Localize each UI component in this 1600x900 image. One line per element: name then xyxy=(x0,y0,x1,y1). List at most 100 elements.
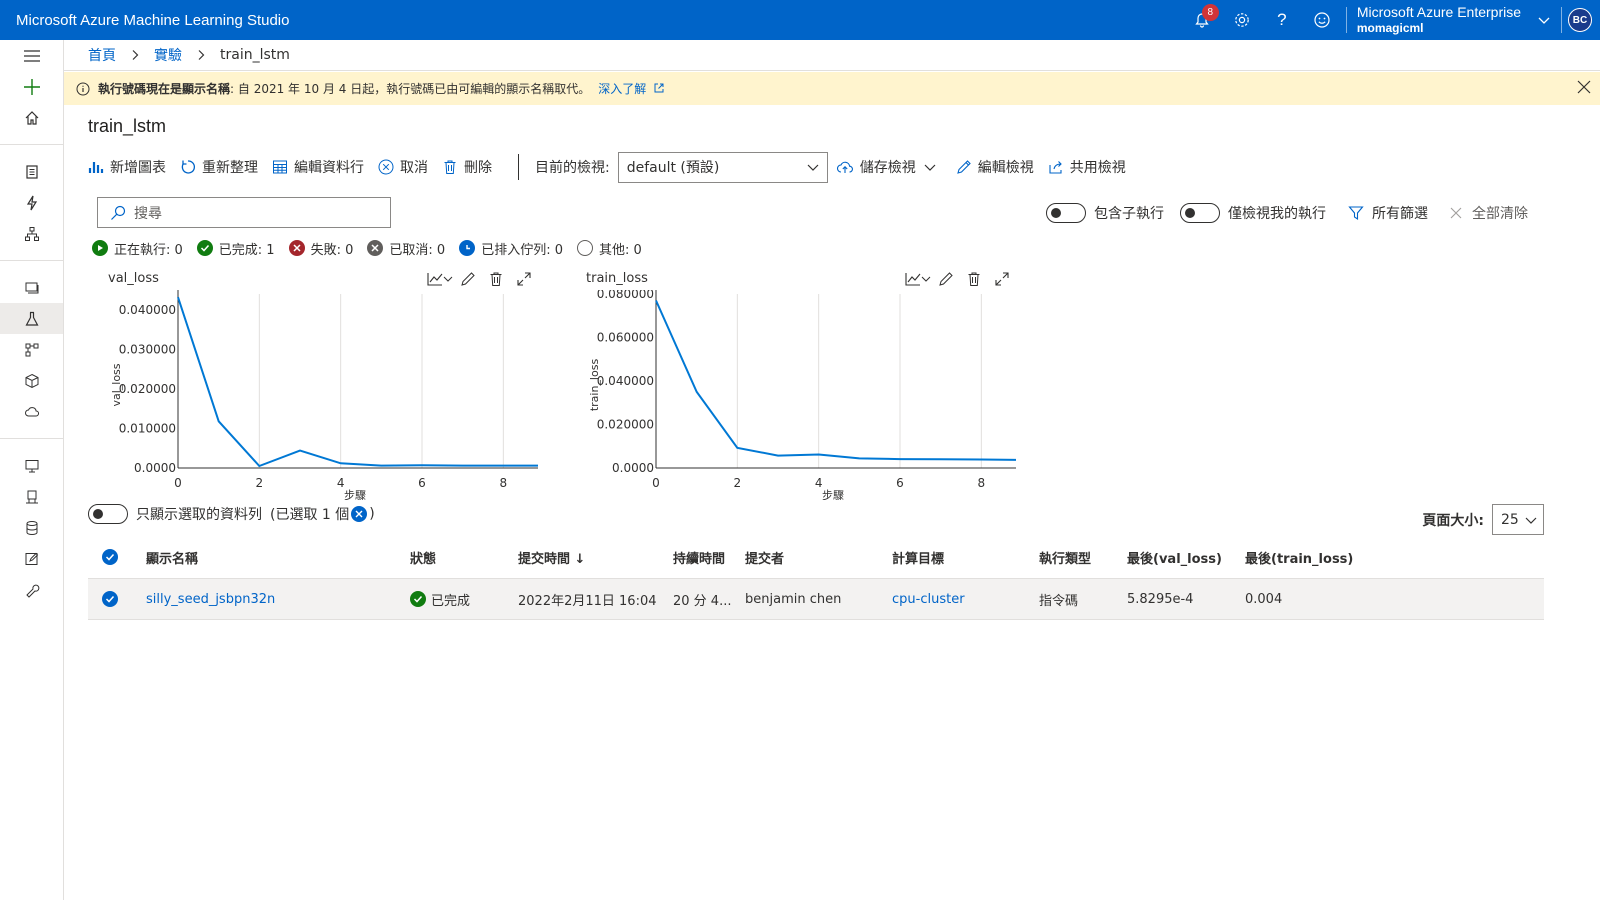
learn-more-link[interactable]: 深入了解 xyxy=(598,80,664,97)
column-header-last-val-loss[interactable]: 最後(val_loss) xyxy=(1127,548,1245,567)
column-header-duration[interactable]: 持續時間 xyxy=(673,548,745,567)
nav-linked-services[interactable] xyxy=(0,574,63,605)
pencil-icon xyxy=(939,272,953,286)
selected-count-text: (已選取 1 個 xyxy=(270,507,350,523)
all-filters-label: 所有篩選 xyxy=(1372,206,1428,222)
account-switcher[interactable]: Microsoft Azure Enterprise momagicml xyxy=(1357,4,1521,36)
workspace-name: momagicml xyxy=(1356,21,1424,35)
checkmark-icon xyxy=(196,240,213,256)
page-size-value: 25 xyxy=(1501,511,1519,528)
val-loss-plot: 0 2 4 6 8 0.0000 0.010000 0.020000 0.030000 0.040… xyxy=(110,290,538,500)
edit-columns-button[interactable]: 編輯資料行 xyxy=(272,157,364,177)
share-view-button[interactable]: 共用檢視 xyxy=(1048,157,1126,177)
filter-icon xyxy=(1348,206,1364,221)
view-dropdown-value: default (預設) xyxy=(626,160,720,176)
x-axis-label: 步驟 xyxy=(822,489,844,500)
left-nav-rail xyxy=(0,40,64,900)
delete-button[interactable]: 刪除 xyxy=(442,157,492,177)
status-running[interactable]: 正在執行: 0 xyxy=(92,239,183,258)
breadcrumb-experiments[interactable]: 實驗 xyxy=(154,45,182,65)
column-header-compute[interactable]: 計算目標 xyxy=(892,548,1039,567)
feedback-button[interactable] xyxy=(1302,0,1342,40)
nav-environments[interactable] xyxy=(0,481,63,512)
delete-chart-button[interactable] xyxy=(960,268,988,290)
chevron-down-icon[interactable] xyxy=(1537,13,1551,27)
save-view-button[interactable]: 儲存檢視 xyxy=(836,157,942,177)
column-header-status[interactable]: 狀態 xyxy=(410,548,518,567)
avatar[interactable]: BC xyxy=(1568,8,1592,32)
menu-toggle-button[interactable] xyxy=(0,40,63,71)
toggle-switch[interactable] xyxy=(1180,203,1220,223)
current-view-label: 目前的檢視: xyxy=(535,160,610,176)
search-placeholder: 搜尋 xyxy=(134,205,162,222)
clear-selection-button[interactable] xyxy=(351,506,368,522)
top-bar: Microsoft Azure Machine Learning Studio … xyxy=(0,0,1600,40)
nav-designer[interactable] xyxy=(0,218,63,249)
all-filters-button[interactable]: 所有篩選 xyxy=(1348,203,1428,223)
submitted-time: 2022年2月11日 16:04 xyxy=(518,593,657,609)
add-chart-button[interactable]: 新增圖表 xyxy=(88,157,166,177)
refresh-button[interactable]: 重新整理 xyxy=(180,157,258,177)
breadcrumb-home[interactable]: 首頁 xyxy=(88,45,116,65)
clock-icon xyxy=(459,240,476,256)
status-failed[interactable]: 失敗: 0 xyxy=(288,239,353,258)
status-completed[interactable]: 已完成: 1 xyxy=(196,239,275,258)
status-queued[interactable]: 已排入佇列: 0 xyxy=(459,239,563,258)
nav-endpoints[interactable] xyxy=(0,396,63,427)
status-completed-label: 已完成: 1 xyxy=(218,242,275,258)
help-button[interactable]: ? xyxy=(1262,0,1302,40)
expand-chart-button[interactable] xyxy=(988,268,1016,290)
status-summary: 正在執行: 0 已完成: 1 失敗: 0 已取消: 0 已排入佇列: 0 其他:… xyxy=(92,238,656,258)
expand-chart-button[interactable] xyxy=(510,268,538,290)
only-my-runs-toggle[interactable]: 僅檢視我的執行 xyxy=(1180,203,1326,223)
nav-data-labeling[interactable] xyxy=(0,543,63,574)
save-view-label: 儲存檢視 xyxy=(859,160,916,176)
cancel-button[interactable]: 取消 xyxy=(378,157,428,177)
delete-chart-button[interactable] xyxy=(482,268,510,290)
row-checkbox[interactable] xyxy=(88,591,146,607)
close-icon[interactable] xyxy=(1576,79,1592,95)
include-child-runs-toggle[interactable]: 包含子執行 xyxy=(1046,203,1164,223)
close-icon xyxy=(355,510,363,518)
y-tick-label: 0.080000 xyxy=(597,290,654,301)
edit-view-button[interactable]: 編輯檢視 xyxy=(956,157,1034,177)
info-banner: 執行號碼現在是顯示名稱 : 自 2021 年 10 月 4 日起，執行號碼已由可… xyxy=(64,72,1600,105)
edit-chart-button[interactable] xyxy=(454,268,482,290)
status-canceled[interactable]: 已取消: 0 xyxy=(367,239,445,258)
submitter: benjamin chen xyxy=(745,591,842,607)
column-header-submitted[interactable]: 提交時間 ↓ xyxy=(518,548,673,567)
column-header-submitter[interactable]: 提交者 xyxy=(745,548,892,567)
search-input[interactable]: 搜尋 xyxy=(97,197,391,228)
chart-type-button[interactable] xyxy=(426,268,454,290)
column-header-last-train-loss[interactable]: 最後(train_loss) xyxy=(1245,548,1385,567)
nav-models[interactable] xyxy=(0,365,63,396)
settings-button[interactable] xyxy=(1222,0,1262,40)
compute-target-link[interactable]: cpu-cluster xyxy=(892,592,1039,607)
nav-notebooks[interactable] xyxy=(0,156,63,187)
breadcrumb: 首頁 實驗 train_lstm xyxy=(64,40,1600,71)
create-new-button[interactable] xyxy=(0,71,63,102)
edit-chart-button[interactable] xyxy=(932,268,960,290)
nav-datasets[interactable] xyxy=(0,272,63,303)
nav-experiments[interactable] xyxy=(0,303,63,334)
column-header-run-type[interactable]: 執行類型 xyxy=(1039,548,1127,567)
show-selected-toggle[interactable] xyxy=(88,504,128,524)
nav-automated-ml[interactable] xyxy=(0,187,63,218)
column-header-name[interactable]: 顯示名稱 xyxy=(146,548,410,567)
table-row[interactable]: silly_seed_jsbpn32n 已完成 2022年2月11日 16:04… xyxy=(88,578,1544,620)
chart-toolbar xyxy=(904,268,1016,290)
nav-compute[interactable] xyxy=(0,450,63,481)
nav-datastores[interactable] xyxy=(0,512,63,543)
chart-type-button[interactable] xyxy=(904,268,932,290)
view-dropdown[interactable]: default (預設) xyxy=(617,151,828,183)
status-other[interactable]: 其他: 0 xyxy=(576,239,642,258)
clear-all-button[interactable]: 全部清除 xyxy=(1450,203,1528,223)
nav-home[interactable] xyxy=(0,102,63,133)
run-name-link[interactable]: silly_seed_jsbpn32n xyxy=(146,592,410,607)
notifications-button[interactable]: 8 xyxy=(1182,0,1222,40)
nav-pipelines[interactable] xyxy=(0,334,63,365)
page-size-dropdown[interactable]: 25 xyxy=(1492,504,1544,535)
toggle-switch[interactable] xyxy=(1046,203,1086,223)
select-all-checkbox[interactable] xyxy=(88,549,146,565)
app-title[interactable]: Microsoft Azure Machine Learning Studio xyxy=(0,12,289,29)
